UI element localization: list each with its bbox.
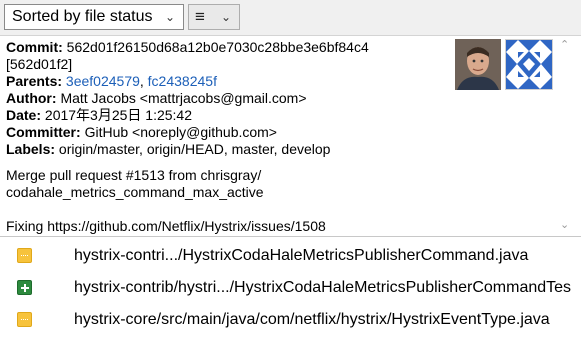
view-mode-button[interactable]: ≡ ⌄ [188,4,240,30]
commit-short-hash: [562d01f2] [6,56,73,72]
labels-line: Labels: origin/master, origin/HEAD, mast… [6,141,446,158]
toolbar: Sorted by file status ⌄ ≡ ⌄ [0,0,581,36]
parent-link-1[interactable]: 3eef024579 [66,73,140,89]
parent-link-2[interactable]: fc2438245f [148,73,217,89]
author-line: Author: Matt Jacobs <mattrjacobs@gmail.c… [6,90,446,107]
author-value: Matt Jacobs <mattrjacobs@gmail.com> [60,90,307,106]
author-label: Author: [6,90,57,106]
committer-identicon [505,39,553,90]
sort-select[interactable]: Sorted by file status ⌄ [4,4,184,30]
list-view-icon: ≡ [195,7,205,26]
modified-status-icon [17,248,32,263]
commit-hash: 562d01f26150d68a12b0e7030c28bbe3e6bf84c4 [66,39,369,55]
commit-message-line-2: codahale_metrics_command_max_active [6,184,264,200]
file-path: hystrix-core/src/main/java/com/netflix/h… [74,311,550,328]
commit-line: Commit: 562d01f26150d68a12b0e7030c28bbe3… [6,39,446,56]
file-row[interactable]: hystrix-contri.../HystrixCodaHaleMetrics… [0,240,581,272]
commit-label: Commit: [6,39,63,55]
scroll-down-arrow-icon[interactable]: ⌄ [560,218,569,231]
author-avatar [455,39,501,90]
date-line: Date: 2017年3月25日 1:25:42 [6,107,446,124]
labels-value: origin/master, origin/HEAD, master, deve… [58,141,331,157]
chevron-down-icon: ⌄ [220,10,231,24]
parent-separator: , [139,73,144,89]
commit-info-panel: Commit: 562d01f26150d68a12b0e7030c28bbe3… [0,36,581,237]
modified-status-icon [17,312,32,327]
committer-value: GitHub <noreply@github.com> [84,124,277,140]
file-row[interactable]: hystrix-contrib/hystri.../HystrixCodaHal… [0,272,581,304]
chevron-down-icon: ⌄ [164,10,175,24]
scroll-up-arrow-icon[interactable]: ⌃ [560,38,569,51]
sort-select-label: Sorted by file status [12,8,153,25]
file-path: hystrix-contri.../HystrixCodaHaleMetrics… [74,247,529,264]
date-label: Date: [6,107,42,123]
commit-message-line-1: Merge pull request #1513 from chrisgray/ [6,167,262,183]
parents-line: Parents: 3eef024579, fc2438245f [6,73,446,90]
committer-label: Committer: [6,124,81,140]
commit-message-line-3: Fixing https://github.com/Netflix/Hystri… [6,218,326,234]
file-path: hystrix-contrib/hystri.../HystrixCodaHal… [74,279,572,296]
committer-line: Committer: GitHub <noreply@github.com> [6,124,446,141]
commit-details: Commit: 562d01f26150d68a12b0e7030c28bbe3… [6,39,446,158]
file-row[interactable]: hystrix-core/src/main/java/com/netflix/h… [0,304,581,336]
labels-label: Labels: [6,141,56,157]
changed-files-list: hystrix-contri.../HystrixCodaHaleMetrics… [0,238,581,341]
added-status-icon [17,280,32,295]
date-value: 2017年3月25日 1:25:42 [44,107,193,123]
parents-label: Parents: [6,73,63,89]
